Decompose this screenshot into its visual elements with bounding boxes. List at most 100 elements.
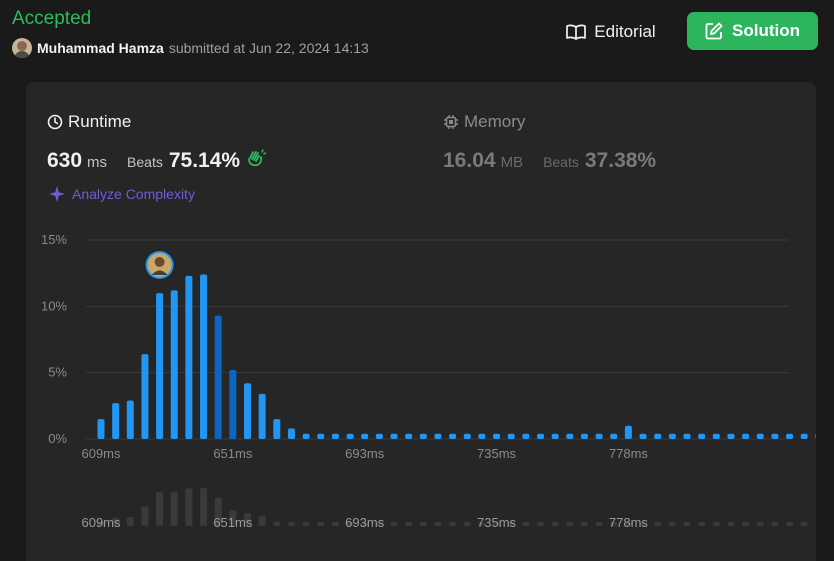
overview-x-tick-label: 651ms [213,515,253,530]
distribution-bar[interactable] [97,419,105,439]
distribution-bar[interactable] [771,433,779,439]
overview-bar [156,492,164,526]
distribution-bar[interactable] [258,393,266,439]
distribution-bar[interactable] [126,400,134,439]
submitted-timestamp: submitted at Jun 22, 2024 14:13 [168,40,369,56]
distribution-bar[interactable] [756,433,764,439]
overview-bar [287,522,295,526]
distribution-bar[interactable] [815,434,816,439]
y-tick-label: 15% [41,232,67,247]
overview-x-tick-label: 778ms [609,515,649,530]
submission-info: Muhammad Hamza submitted at Jun 22, 2024… [12,38,369,58]
distribution-bar[interactable] [302,433,310,439]
distribution-bar[interactable] [668,433,676,439]
distribution-bar[interactable] [639,433,647,439]
overview-bar [449,522,457,526]
distribution-bar[interactable] [522,433,530,439]
overview-bar [742,522,750,526]
editorial-label: Editorial [594,22,656,41]
distribution-bar[interactable] [331,433,339,439]
distribution-bar[interactable] [566,433,574,439]
overview-x-tick-label: 693ms [345,515,385,530]
distribution-bar[interactable] [537,433,544,439]
distribution-bar[interactable] [170,290,178,439]
distribution-bar[interactable] [434,433,442,439]
distribution-bar[interactable] [698,433,706,439]
distribution-bar[interactable] [156,293,164,439]
distribution-bar[interactable] [493,433,501,439]
overview-bar [698,522,706,526]
overview-x-tick-label: 609ms [81,515,121,530]
distribution-bar[interactable] [463,433,471,439]
x-tick-label: 651ms [213,446,253,461]
distribution-bar[interactable] [405,433,413,439]
overview-bar [185,488,193,526]
book-icon [566,24,587,40]
solution-label: Solution [732,21,800,40]
overview-bar [273,521,281,526]
distribution-bar[interactable] [361,433,369,439]
distribution-bar[interactable] [273,419,281,439]
distribution-bar[interactable] [712,433,720,439]
distribution-bar[interactable] [786,433,794,439]
overview-bar [551,522,559,526]
distribution-bar[interactable] [595,433,603,439]
distribution-bar[interactable] [214,315,222,439]
user-avatar[interactable] [12,38,32,58]
distribution-bar[interactable] [287,428,295,439]
overview-bar [200,488,208,526]
distribution-bar[interactable] [200,274,208,439]
solution-button[interactable]: Solution [687,12,818,50]
distribution-bar[interactable] [229,370,237,439]
overview-bar [331,522,339,526]
overview-bar [595,522,603,526]
overview-bar [522,522,530,526]
submission-header: Accepted Muhammad Hamza submitted at Jun… [0,0,834,70]
distribution-bar[interactable] [390,433,398,439]
distribution-bar[interactable] [624,425,632,439]
overview-bar [756,522,764,526]
overview-bar [419,522,427,526]
overview-bar [126,517,134,526]
distribution-bar[interactable] [742,433,750,439]
distribution-bar[interactable] [507,433,515,439]
overview-bar [390,522,398,526]
distribution-bar[interactable] [478,433,486,439]
stats-panel: Runtime 630 ms Beats 75.14% Analyze Comp… [26,82,816,561]
distribution-bar[interactable] [346,433,354,439]
overview-x-tick-label: 735ms [477,515,517,530]
distribution-bar[interactable] [185,275,193,439]
overview-bar [566,522,574,526]
distribution-bar[interactable] [141,354,149,439]
distribution-bar[interactable] [727,433,735,439]
distribution-bar[interactable] [580,433,588,439]
username-link[interactable]: Muhammad Hamza [37,40,164,56]
distribution-bar[interactable] [610,433,618,439]
overview-bar [800,522,808,526]
overview-bar [727,522,735,526]
overview-bar [771,522,779,526]
distribution-bar[interactable] [244,383,251,439]
x-tick-label: 609ms [81,446,121,461]
editorial-button[interactable]: Editorial [556,13,666,51]
distribution-bar[interactable] [375,433,383,439]
distribution-bar[interactable] [112,403,120,439]
distribution-bar[interactable] [683,433,691,439]
distribution-bar[interactable] [419,433,427,439]
overview-bar [815,522,816,526]
distribution-bar[interactable] [317,433,325,439]
overview-bar [141,506,149,526]
x-tick-label: 778ms [609,446,649,461]
distribution-bar[interactable] [551,433,559,439]
overview-bar [580,522,588,526]
runtime-distribution-chart[interactable]: 0% 5% 10% 15% 609ms 651ms 693ms 735ms 778ms 609ms… [26,82,816,561]
distribution-bar[interactable] [800,433,808,439]
y-tick-label: 10% [41,298,67,313]
distribution-bar[interactable] [654,433,662,439]
y-tick-label: 0% [48,431,67,446]
distribution-bar[interactable] [449,433,457,439]
overview-bar [405,522,413,526]
overview-bar [258,515,266,526]
x-tick-label: 693ms [345,446,385,461]
submission-avatar-face [154,257,165,267]
